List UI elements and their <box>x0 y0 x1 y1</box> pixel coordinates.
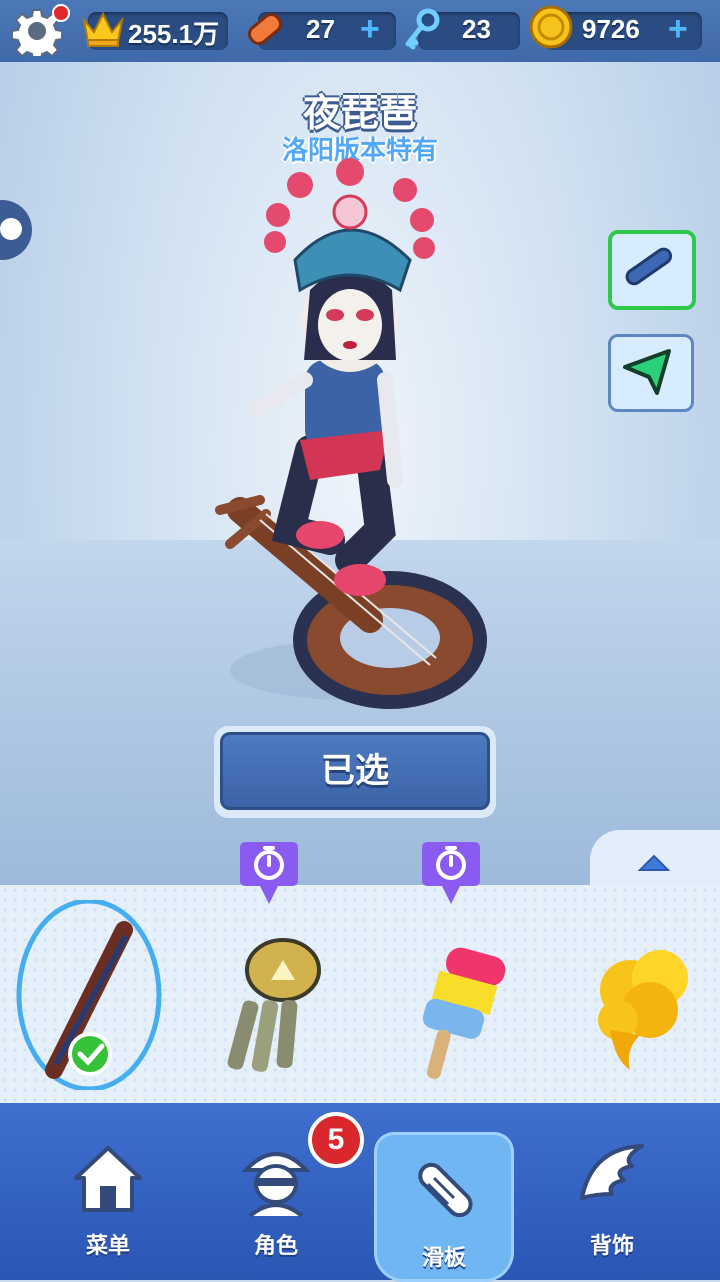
item-popsicle-board[interactable] <box>390 900 540 1090</box>
score-value: 255.1万 <box>128 19 220 49</box>
nav-hoverboard-label: 滑板 <box>421 1246 466 1271</box>
board-icon <box>625 247 673 286</box>
add-coins-button[interactable]: + <box>668 10 688 49</box>
character-icon <box>241 1152 311 1218</box>
hoverboard-view-button[interactable] <box>608 230 696 310</box>
tray-expand-tab[interactable] <box>590 830 720 890</box>
coin-icon <box>529 5 573 49</box>
hoverboard-count: 27 <box>306 14 335 44</box>
home-icon <box>74 1146 142 1212</box>
nav-menu-label: 菜单 <box>85 1234 130 1259</box>
coin-count: 9726 <box>582 14 640 44</box>
hoverboard-icon <box>418 1162 473 1218</box>
nav-menu[interactable]: 菜单 <box>38 1120 178 1270</box>
selected-button-label: 已选 <box>220 732 490 810</box>
arrow-icon <box>623 349 671 395</box>
nav-back-accessory-label: 背饰 <box>589 1234 634 1259</box>
key-count: 23 <box>462 14 491 44</box>
key-icon <box>405 8 440 50</box>
nav-hoverboard-active[interactable]: 滑板 <box>374 1132 514 1282</box>
character-notification-badge: 5 <box>308 1112 364 1168</box>
chevron-up-icon <box>637 854 671 871</box>
nav-back-accessory[interactable]: 背饰 <box>542 1120 682 1270</box>
selected-button[interactable]: 已选 <box>214 726 496 818</box>
check-icon <box>68 1032 112 1076</box>
item-jetpack-board[interactable] <box>195 900 345 1090</box>
item-pipa-board-selected[interactable] <box>14 900 164 1090</box>
item-golden-cloud-board[interactable] <box>570 900 720 1090</box>
character-on-pipa-hoverboard <box>215 158 487 709</box>
navigate-button[interactable] <box>608 334 694 412</box>
hoverboard-icon <box>247 12 283 46</box>
item-title: 夜琵琶 <box>302 91 417 135</box>
add-hoverboard-button[interactable]: + <box>360 10 380 49</box>
wings-icon <box>580 1144 644 1200</box>
notification-dot <box>52 4 70 22</box>
nav-character-label: 角色 <box>253 1234 298 1259</box>
crown-icon <box>82 11 124 47</box>
